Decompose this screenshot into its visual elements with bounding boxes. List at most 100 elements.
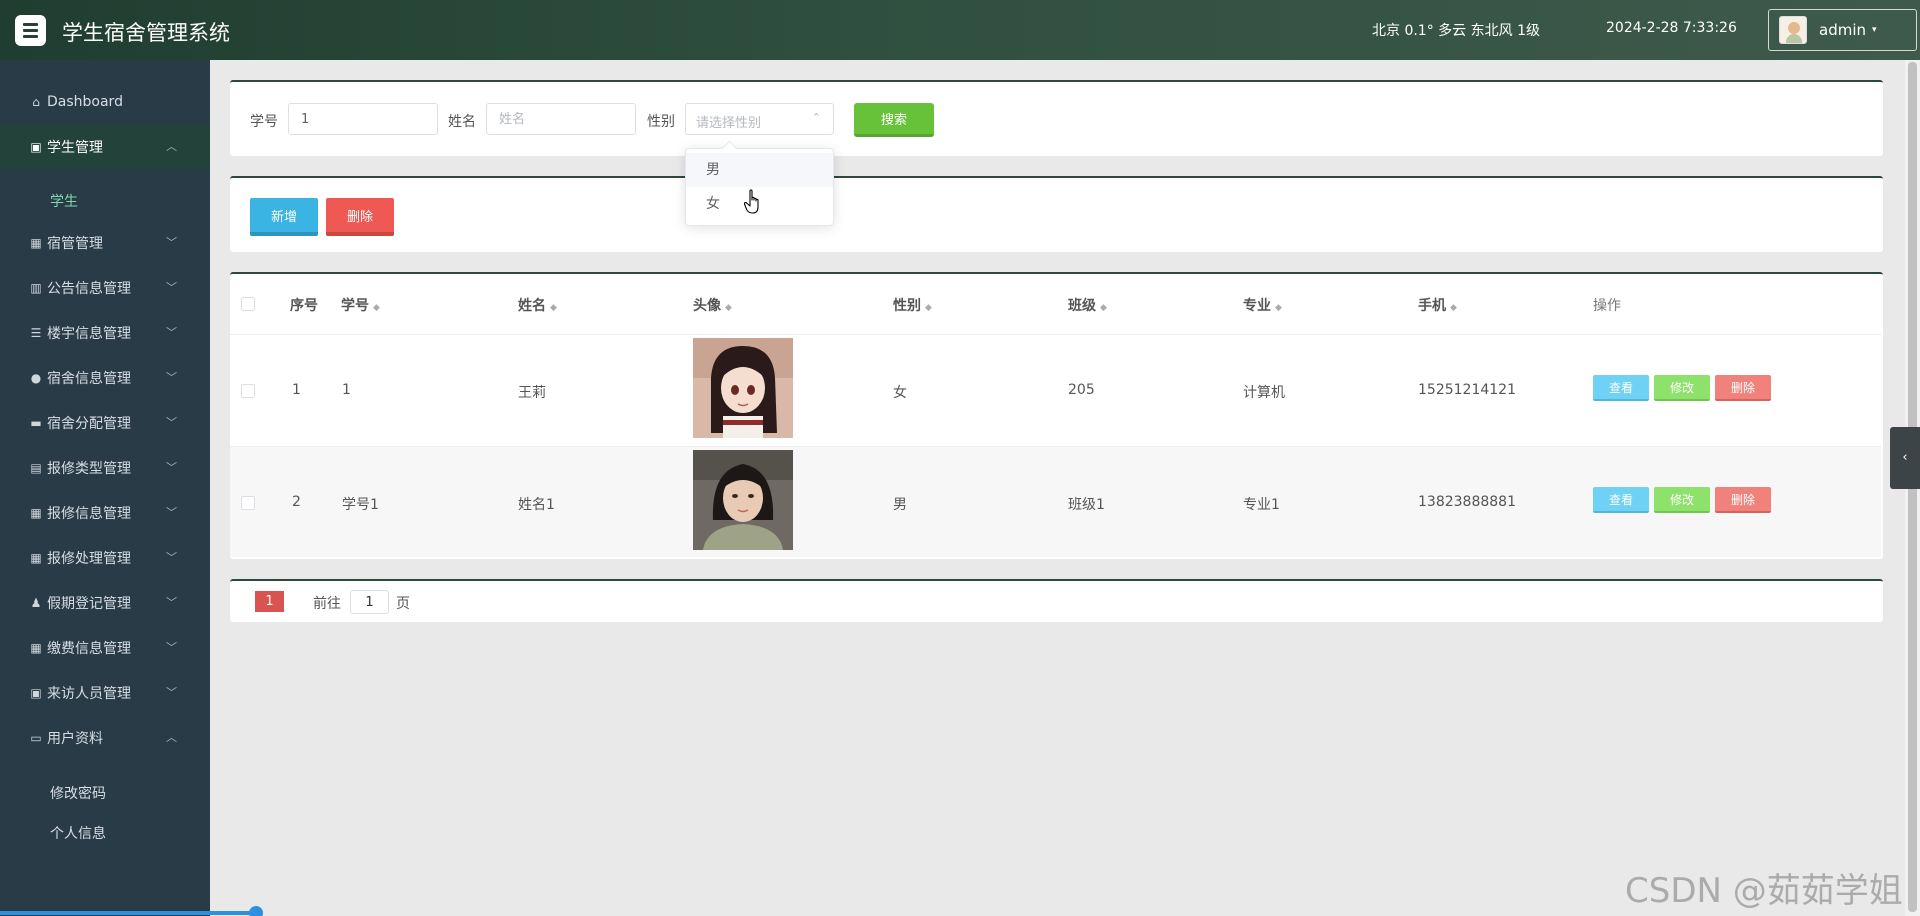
header-label: 班级: [1068, 298, 1096, 314]
sort-icon: ◆: [373, 303, 380, 313]
chevron-down-icon: ﹀: [166, 236, 177, 249]
row-checkbox[interactable]: [241, 384, 255, 398]
sidebar-item-label: 用户资料: [47, 730, 103, 747]
briefcase-icon: ▤: [30, 460, 42, 475]
sidebar-item-notice[interactable]: ▥ 公告信息管理 ﹀: [0, 265, 210, 310]
cell-name: 姓名1: [518, 497, 555, 513]
edit-button[interactable]: 修改: [1654, 487, 1710, 513]
select-all-checkbox[interactable]: [241, 297, 255, 311]
grid-icon: ▦: [30, 550, 42, 565]
sidebar-item-label: 报修信息管理: [47, 505, 131, 522]
sidebar-subitem-personal-info[interactable]: 个人信息: [50, 823, 106, 843]
chevron-down-icon: ▾: [1872, 25, 1877, 35]
header-major[interactable]: 专业 ◆: [1243, 295, 1282, 315]
clipboard-icon: ▣: [30, 685, 42, 700]
sidebar-item-repair-info[interactable]: ▦ 报修信息管理 ﹀: [0, 490, 210, 535]
goto-page-input[interactable]: [350, 590, 389, 614]
batch-delete-button[interactable]: 删除: [326, 198, 394, 236]
sidebar-item-repair-process[interactable]: ▦ 报修处理管理 ﹀: [0, 535, 210, 580]
cell-major: 专业1: [1243, 497, 1280, 513]
person-icon: ♟: [30, 595, 42, 610]
add-button[interactable]: 新增: [250, 198, 318, 236]
view-button[interactable]: 查看: [1593, 375, 1649, 401]
side-panel-toggle-icon[interactable]: ‹: [1890, 427, 1920, 489]
view-button[interactable]: 查看: [1593, 487, 1649, 513]
grid-icon: ▦: [30, 235, 42, 250]
sidebar-item-holiday[interactable]: ♟ 假期登记管理 ﹀: [0, 580, 210, 625]
search-button[interactable]: 搜索: [854, 103, 934, 137]
sidebar-item-dorm-assign[interactable]: ▬ 宿舍分配管理 ﹀: [0, 400, 210, 445]
header-phone[interactable]: 手机 ◆: [1418, 295, 1457, 315]
sidebar-subitem-student[interactable]: 学生: [50, 191, 78, 211]
name-input[interactable]: [486, 103, 636, 135]
cell-phone: 13823888881: [1418, 494, 1516, 510]
table-row: 2 学号1 姓名1 男 班级1 专业1 13823888881 查看 修改 删除: [230, 446, 1881, 557]
sort-icon: ◆: [1275, 303, 1282, 313]
progress-knob: [249, 906, 263, 916]
sidebar-item-label: Dashboard: [47, 93, 123, 110]
grid-icon: ▦: [30, 505, 42, 520]
app-title: 学生宿舍管理系统: [62, 21, 230, 45]
delete-button[interactable]: 删除: [1715, 375, 1771, 401]
avatar: [1779, 16, 1807, 44]
id-card-icon: ▭: [30, 730, 42, 745]
sidebar-item-user-profile[interactable]: ▭ 用户资料 ︿: [0, 715, 210, 760]
row-checkbox[interactable]: [241, 496, 255, 510]
chevron-down-icon: ﹀: [166, 281, 177, 294]
bar-chart-icon: ▥: [30, 280, 42, 295]
sidebar-item-dorm-info[interactable]: ● 宿舍信息管理 ﹀: [0, 355, 210, 400]
search-panel: 学号 姓名 性别 请选择性别 ⌃ 搜索: [230, 80, 1883, 156]
location-pin-icon: ●: [30, 370, 42, 385]
sort-icon: ◆: [550, 303, 557, 313]
sidebar-item-visitor[interactable]: ▣ 来访人员管理 ﹀: [0, 670, 210, 715]
page-unit-label: 页: [396, 596, 410, 612]
action-panel: 新增 删除: [230, 176, 1883, 252]
gender-option-male[interactable]: 男: [686, 153, 833, 187]
header-label: 头像: [693, 298, 721, 314]
header-avatar[interactable]: 头像 ◆: [693, 295, 732, 315]
gender-label: 性别: [647, 114, 675, 130]
sidebar-item-label: 宿舍分配管理: [47, 415, 131, 432]
chevron-down-icon: ﹀: [166, 416, 177, 429]
sidebar-item-dorm-manager[interactable]: ▦ 宿管管理 ﹀: [0, 220, 210, 265]
sidebar-item-building[interactable]: ☰ 楼宇信息管理 ﹀: [0, 310, 210, 355]
header-gender[interactable]: 性别 ◆: [893, 295, 932, 315]
chevron-down-icon: ﹀: [166, 461, 177, 474]
gender-select[interactable]: 请选择性别 ⌃: [685, 103, 834, 135]
sidebar-subitem-change-password[interactable]: 修改密码: [50, 783, 106, 803]
top-header: 学生宿舍管理系统 北京 0.1° 多云 东北风 1级 2024-2-28 7:3…: [0, 0, 1920, 60]
sidebar-item-repair-type[interactable]: ▤ 报修类型管理 ﹀: [0, 445, 210, 490]
header-class[interactable]: 班级 ◆: [1068, 295, 1107, 315]
datetime-display: 2024-2-28 7:33:26: [1606, 20, 1737, 36]
header-label: 性别: [893, 298, 921, 314]
student-id-input[interactable]: [288, 103, 438, 135]
sidebar-item-payment[interactable]: ▦ 缴费信息管理 ﹀: [0, 625, 210, 670]
delete-button[interactable]: 删除: [1715, 487, 1771, 513]
cell-class: 班级1: [1068, 497, 1105, 513]
sidebar-item-student-management[interactable]: ▣ 学生管理 ︿: [0, 124, 210, 169]
cell-student-id: 学号1: [342, 497, 379, 513]
chevron-down-icon: ﹀: [166, 506, 177, 519]
sidebar-item-label: 报修处理管理: [47, 550, 131, 567]
sidebar-item-label: 公告信息管理: [47, 280, 131, 297]
cell-gender: 男: [893, 497, 907, 513]
page-number-current[interactable]: 1: [255, 591, 284, 612]
header-label: 学号: [341, 298, 369, 314]
menu-toggle-icon[interactable]: [15, 15, 46, 46]
cell-class: 205: [1068, 382, 1095, 398]
student-table: 序号 学号 ◆ 姓名 ◆ 头像 ◆ 性别 ◆ 班级 ◆ 专业 ◆ 手机 ◆ 操作 1 1 王莉…: [230, 272, 1883, 559]
edit-button[interactable]: 修改: [1654, 375, 1710, 401]
gender-select-placeholder: 请选择性别: [696, 116, 762, 131]
sidebar-item-label: 学生管理: [47, 139, 103, 156]
hand-pointer-icon: [744, 189, 759, 214]
header-name[interactable]: 姓名 ◆: [518, 295, 557, 315]
user-menu-button[interactable]: admin ▾: [1768, 9, 1917, 51]
sidebar-item-dashboard[interactable]: ⌂ Dashboard: [0, 79, 210, 124]
home-icon: ⌂: [32, 94, 40, 109]
sidebar: ⌂ Dashboard ▣ 学生管理 ︿ 学生 ▦ 宿管管理 ﹀ ▥ 公告信息管…: [0, 60, 210, 916]
sort-icon: ◆: [925, 303, 932, 313]
header-student-id[interactable]: 学号 ◆: [341, 295, 380, 315]
cell-index: 2: [292, 494, 301, 510]
sidebar-item-label: 缴费信息管理: [47, 640, 131, 657]
cell-major: 计算机: [1243, 385, 1285, 401]
